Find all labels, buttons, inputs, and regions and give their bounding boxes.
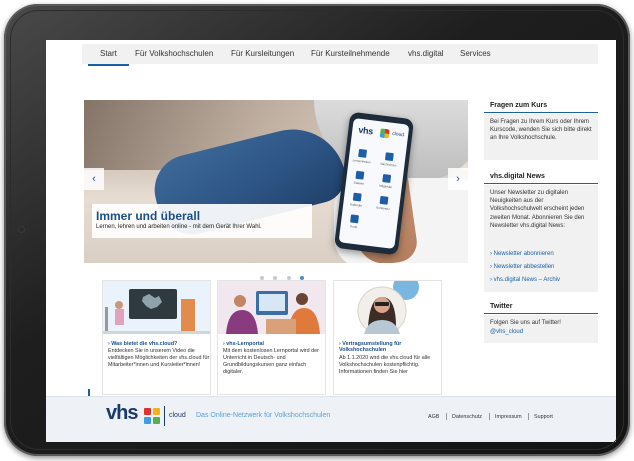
teaser-card-vhs-cloud[interactable]: › Was bietet die vhs.cloud? Entdecken Si…: [102, 280, 211, 395]
hero-photo-pillow: [334, 178, 468, 263]
slider-dot[interactable]: [286, 276, 291, 280]
teaser-text: Ab 1.1.2020 wird die vhs.cloud für alle …: [339, 355, 431, 375]
slider-prev-button[interactable]: ‹: [84, 168, 104, 190]
hero-photo-legs: [147, 118, 351, 242]
phone-dateien-icon: [355, 170, 365, 180]
slider-dot-active[interactable]: [300, 276, 305, 280]
phone-lerneinheiten-icon: [358, 148, 368, 158]
phone-tile-label: Konferenz: [376, 205, 391, 212]
slider-dot[interactable]: [260, 276, 264, 280]
nav-item-services[interactable]: Services: [460, 44, 491, 64]
teaser-text: Mit dem kostenlosen Lernportal wird der …: [223, 348, 319, 375]
smartphone-image: vhs cloud Lerneinheiten Nachrichten Date…: [333, 111, 415, 256]
newsletter-archive-link[interactable]: › vhs.digital News – Archiv: [490, 276, 594, 284]
teaser-card-lernportal[interactable]: › vhs-Lernportal Mit dem kostenlosen Ler…: [217, 280, 326, 395]
hero-subtitle: Lernen, lehren und arbeiten online - mit…: [96, 224, 262, 230]
teaser-text: Entdecken Sie in unserem Video die vielf…: [108, 348, 210, 368]
hero-slider[interactable]: vhs cloud Lerneinheiten Nachrichten Date…: [84, 100, 468, 263]
teaser-title[interactable]: › vhs-Lernportal: [223, 341, 325, 347]
slider-next-button[interactable]: ›: [448, 168, 468, 190]
phone-mitglieder-icon: [382, 174, 392, 183]
footer-link-support[interactable]: Support: [534, 414, 553, 420]
phone-screen: vhs cloud Lerneinheiten Nachrichten Date…: [338, 118, 410, 249]
nav-bar-background: [82, 44, 598, 64]
footer-vhs-logo[interactable]: vhs: [106, 402, 138, 425]
footer-divider: [446, 413, 447, 420]
teaser-illustration-learners: [218, 281, 325, 334]
phone-tile-label: Lerneinheiten: [352, 158, 371, 165]
nav-item-vhs-digital[interactable]: vhs.digital: [408, 44, 444, 64]
slider-pagination: [260, 267, 309, 285]
tablet-frame: Start Für Volkshochschulen Für Kursleitu…: [4, 4, 630, 456]
vhs-logo-mark-icon: [379, 128, 390, 139]
chevron-left-icon: ‹: [92, 173, 96, 185]
teaser-title[interactable]: › Vertragsumstellung für Volkshochschule…: [339, 341, 441, 354]
sidebar-course-box: [484, 114, 598, 160]
sidebar-twitter-text: Folgen Sie uns auf Twitter!: [490, 320, 561, 326]
sidebar-news-text: Unser Newsletter zu digitalen Neuigkeite…: [490, 190, 585, 229]
sidebar-twitter-box: [484, 315, 598, 343]
nav-item-kursleitungen[interactable]: Für Kursleitungen: [231, 44, 294, 64]
footer-logo-divider: [164, 406, 165, 426]
nav-item-start[interactable]: Start: [88, 44, 129, 66]
hero-title: Immer und überall: [96, 209, 201, 223]
hero-photo-hand: [344, 150, 420, 263]
teaser-illustration-classroom: [103, 281, 210, 334]
nav-item-volkshochschulen[interactable]: Für Volkshochschulen: [135, 44, 213, 64]
main-navigation: Start Für Volkshochschulen Für Kursleitu…: [46, 40, 616, 66]
teaser-photo-woman-phone: [334, 281, 441, 334]
hero-background: [84, 100, 468, 170]
phone-tile-label: Mitglieder: [379, 183, 393, 190]
sidebar-news-box: [484, 185, 598, 292]
chevron-right-icon: ›: [456, 173, 460, 185]
sidebar-heading-news: vhs.digital News: [484, 170, 598, 184]
teaser-title[interactable]: › Was bietet die vhs.cloud?: [108, 341, 210, 347]
phone-vhs-logo: vhs: [357, 124, 374, 137]
footer-cloud-label: cloud: [169, 412, 186, 419]
phone-profil-icon: [350, 214, 359, 224]
sidebar-heading-twitter: Twitter: [484, 300, 598, 314]
sidebar-heading-course: Fragen zum Kurs: [484, 99, 598, 113]
twitter-handle-link[interactable]: @vhs_cloud: [490, 328, 594, 336]
browser-screen: Start Für Volkshochschulen Für Kursleitu…: [46, 40, 616, 442]
footer-link-impressum[interactable]: Impressum: [495, 414, 522, 420]
phone-tile-label: Kalender: [350, 202, 363, 208]
footer-link-datenschutz[interactable]: Datenschutz: [452, 414, 482, 420]
phone-nachrichten-icon: [384, 152, 394, 162]
newsletter-unsubscribe-link[interactable]: › Newsletter abbestellen: [490, 263, 594, 271]
phone-kalender-icon: [352, 192, 362, 202]
scroll-marker: [88, 389, 90, 401]
phone-konferenz-icon: [379, 195, 389, 205]
footer-tagline: Das Online-Netzwerk für Volkshochschulen: [196, 412, 331, 419]
phone-tile-label: Profil: [349, 224, 358, 230]
footer-link-agb[interactable]: AGB: [428, 414, 439, 420]
camera-icon: [18, 226, 25, 233]
phone-tile-label: Nachrichten: [380, 161, 397, 168]
teaser-card-vertragsumstellung[interactable]: › Vertragsumstellung für Volkshochschule…: [333, 280, 442, 395]
footer-divider: [528, 413, 529, 420]
hero-caption-box: [92, 204, 312, 238]
hero-photo-shirt: [314, 100, 468, 180]
vhs-logo-mark-icon: [144, 408, 160, 424]
phone-cloud-label: cloud: [391, 130, 405, 139]
sidebar-course-text: Bei Fragen zu Ihrem Kurs oder Ihrem Kurs…: [490, 119, 592, 142]
phone-tile-label: Dateien: [353, 180, 365, 186]
site-footer: [46, 396, 616, 442]
slider-dot[interactable]: [273, 276, 278, 280]
newsletter-subscribe-link[interactable]: › Newsletter abonnieren: [490, 250, 594, 258]
nav-item-kursteilnehmende[interactable]: Für Kursteilnehmende: [311, 44, 390, 64]
footer-divider: [489, 413, 490, 420]
